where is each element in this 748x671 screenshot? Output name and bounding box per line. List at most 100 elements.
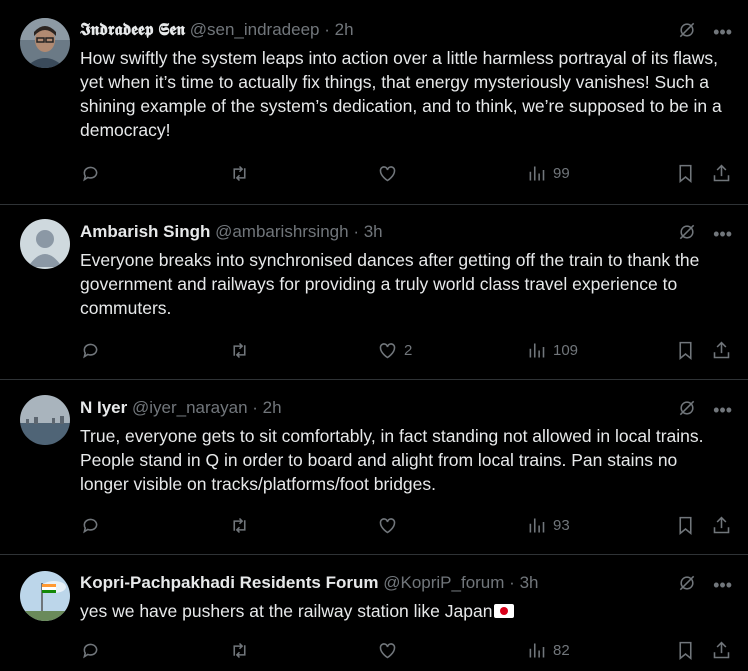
- action-bar: 82: [80, 640, 740, 664]
- timestamp[interactable]: 2h: [263, 398, 282, 417]
- separator-dot: ·: [324, 20, 330, 39]
- reply-button[interactable]: [80, 640, 101, 661]
- reply-icon: [83, 343, 98, 359]
- action-bar: 93: [80, 515, 740, 539]
- timestamp[interactable]: 2h: [335, 20, 354, 39]
- tweet-text: yes we have pushers at the railway stati…: [80, 601, 493, 621]
- action-bar: 2 109: [80, 340, 740, 364]
- retweet-icon: [233, 165, 246, 182]
- view-count: 93: [553, 517, 570, 534]
- like-button[interactable]: [377, 640, 404, 661]
- share-button[interactable]: [711, 515, 732, 536]
- views-button[interactable]: 99: [526, 163, 570, 184]
- view-count: 99: [553, 165, 570, 182]
- tweet-top-icons: •••: [677, 20, 732, 43]
- user-handle[interactable]: @sen_indradeep: [190, 20, 320, 39]
- retweet-icon: [233, 642, 246, 659]
- display-name[interactable]: 𝕴𝖓𝖉𝖗𝖆𝖉𝖊𝖊𝖕 𝕾𝖊𝖓: [80, 20, 185, 39]
- views-icon: [529, 343, 545, 358]
- tweet-header: 𝕴𝖓𝖉𝖗𝖆𝖉𝖊𝖊𝖕 𝕾𝖊𝖓 @sen_indradeep · 2h: [80, 20, 354, 40]
- reply-button[interactable]: [80, 340, 101, 361]
- tweet[interactable]: N Iyer @iyer_narayan · 2h ••• True, ever…: [0, 380, 748, 554]
- views-button[interactable]: 109: [526, 340, 578, 361]
- bookmark-button[interactable]: [675, 163, 696, 184]
- bookmark-icon: [679, 164, 692, 184]
- views-icon: [529, 518, 545, 533]
- tweet-header: Kopri-Pachpakhadi Residents Forum @Kopri…: [80, 573, 539, 593]
- share-icon: [713, 164, 730, 182]
- views-icon: [529, 166, 545, 181]
- like-icon: [379, 518, 396, 534]
- more-icon[interactable]: •••: [713, 576, 732, 594]
- bookmark-icon: [679, 516, 692, 536]
- user-handle[interactable]: @KopriP_forum: [383, 573, 504, 592]
- grok-icon[interactable]: [677, 20, 697, 43]
- share-icon: [713, 341, 730, 359]
- display-name[interactable]: N Iyer: [80, 398, 127, 417]
- tweet-text: How swiftly the system leaps into action…: [80, 48, 722, 140]
- separator-dot: ·: [509, 573, 515, 592]
- bookmark-button[interactable]: [675, 340, 696, 361]
- retweet-button[interactable]: [229, 163, 250, 184]
- reply-button[interactable]: [80, 163, 101, 184]
- more-icon[interactable]: •••: [713, 23, 732, 41]
- reply-icon: [83, 643, 98, 659]
- display-name[interactable]: Kopri-Pachpakhadi Residents Forum: [80, 573, 379, 592]
- tweet-top-icons: •••: [677, 398, 732, 421]
- retweet-icon: [233, 517, 246, 534]
- display-name[interactable]: Ambarish Singh: [80, 222, 210, 241]
- views-button[interactable]: 93: [526, 515, 570, 536]
- reply-icon: [83, 166, 98, 182]
- share-button[interactable]: [711, 640, 732, 661]
- reply-button[interactable]: [80, 515, 101, 536]
- avatar[interactable]: [20, 395, 70, 445]
- view-count: 82: [553, 642, 570, 659]
- like-button[interactable]: [377, 163, 404, 184]
- grok-icon[interactable]: [677, 573, 697, 596]
- retweet-button[interactable]: [229, 340, 250, 361]
- bookmark-icon: [679, 641, 692, 661]
- more-icon[interactable]: •••: [713, 401, 732, 419]
- grok-icon[interactable]: [677, 398, 697, 421]
- tweet-text: True, everyone gets to sit comfortably, …: [80, 426, 704, 494]
- views-button[interactable]: 82: [526, 640, 570, 661]
- tweet-text: Everyone breaks into synchronised dances…: [80, 250, 700, 318]
- tweet[interactable]: Ambarish Singh @ambarishrsingh · 3h ••• …: [0, 205, 748, 379]
- like-icon: [379, 166, 396, 182]
- tweet-text-container: yes we have pushers at the railway stati…: [80, 599, 730, 623]
- tweet-top-icons: •••: [677, 222, 732, 245]
- tweet[interactable]: 𝕴𝖓𝖉𝖗𝖆𝖉𝖊𝖊𝖕 𝕾𝖊𝖓 @sen_indradeep · 2h ••• Ho…: [0, 0, 748, 204]
- timestamp[interactable]: 3h: [520, 573, 539, 592]
- avatar[interactable]: [20, 219, 70, 269]
- like-icon: [379, 643, 396, 659]
- retweet-button[interactable]: [229, 640, 250, 661]
- action-bar: 99: [80, 163, 740, 187]
- tweet-header: N Iyer @iyer_narayan · 2h: [80, 398, 282, 418]
- user-handle[interactable]: @iyer_narayan: [132, 398, 248, 417]
- avatar[interactable]: [20, 18, 70, 68]
- bookmark-button[interactable]: [675, 640, 696, 661]
- share-button[interactable]: [711, 163, 732, 184]
- share-button[interactable]: [711, 340, 732, 361]
- share-icon: [713, 641, 730, 659]
- avatar[interactable]: [20, 571, 70, 621]
- separator-dot: ·: [252, 398, 258, 417]
- like-button[interactable]: [377, 515, 404, 536]
- grok-icon[interactable]: [677, 222, 697, 245]
- bookmark-button[interactable]: [675, 515, 696, 536]
- like-icon: [379, 343, 396, 359]
- more-icon[interactable]: •••: [713, 225, 732, 243]
- bookmark-icon: [679, 341, 692, 361]
- japan-flag-icon: [494, 604, 515, 618]
- retweet-icon: [233, 342, 246, 359]
- views-icon: [529, 643, 545, 658]
- retweet-button[interactable]: [229, 515, 250, 536]
- user-handle[interactable]: @ambarishrsingh: [215, 222, 348, 241]
- view-count: 109: [553, 342, 579, 359]
- tweet[interactable]: Kopri-Pachpakhadi Residents Forum @Kopri…: [0, 555, 748, 671]
- separator-dot: ·: [353, 222, 359, 241]
- like-button[interactable]: 2: [377, 340, 412, 361]
- tweet-top-icons: •••: [677, 573, 732, 596]
- timestamp[interactable]: 3h: [364, 222, 383, 241]
- share-icon: [713, 516, 730, 534]
